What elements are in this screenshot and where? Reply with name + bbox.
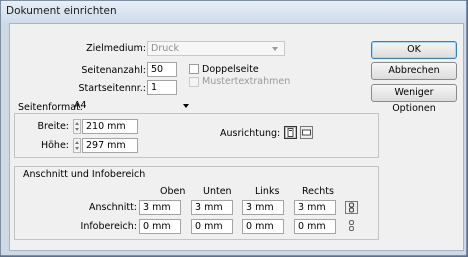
ok-button[interactable]: OK	[371, 41, 457, 59]
col-links: Links	[255, 186, 280, 197]
bleed-group: Anschnitt und Infobereich Oben Unten Lin…	[14, 166, 379, 240]
window-title: Dokument einrichten	[6, 5, 117, 17]
page-size-group: Breite: 210 mm Höhe: 297 mm Ausrichtung:	[14, 113, 379, 158]
hoehe-label: Höhe:	[40, 140, 69, 151]
ausrichtung-label: Ausrichtung:	[220, 128, 281, 139]
infobereich-oben[interactable]: 0 mm	[139, 219, 181, 234]
seitenanzahl-input[interactable]: 50	[147, 62, 177, 77]
breite-input[interactable]: 210 mm	[82, 119, 138, 134]
doppelseite-label: Doppelseite	[202, 64, 259, 75]
landscape-orientation-icon[interactable]	[300, 126, 313, 139]
anschnitt-links[interactable]: 3 mm	[242, 200, 284, 215]
breite-label: Breite:	[37, 121, 69, 132]
mustertextrahmen-checkbox[interactable]	[189, 77, 199, 87]
zielmedium-label: Zielmedium:	[86, 43, 146, 54]
chevron-down-icon	[272, 47, 278, 51]
fewer-options-button[interactable]: Weniger Optionen	[371, 84, 457, 114]
title-bar[interactable]: Dokument einrichten	[1, 1, 466, 23]
infobereich-rechts[interactable]: 0 mm	[294, 219, 336, 234]
chain-link-icon[interactable]	[345, 201, 358, 214]
anschnitt-unten[interactable]: 3 mm	[191, 200, 233, 215]
infobereich-label: Infobereich:	[80, 221, 137, 232]
seitenanzahl-label: Seitenanzahl:	[81, 65, 146, 76]
breite-stepper[interactable]	[73, 119, 81, 134]
chevron-down-icon	[183, 104, 189, 108]
infobereich-links[interactable]: 0 mm	[242, 219, 284, 234]
bleed-group-title: Anschnitt und Infobereich	[21, 169, 148, 180]
startseite-input[interactable]: 1	[147, 80, 177, 95]
anschnitt-rechts[interactable]: 3 mm	[294, 200, 336, 215]
dialog-window: Dokument einrichten Zielmedium: Druck Se…	[0, 0, 467, 256]
col-rechts: Rechts	[302, 186, 334, 197]
dialog-body: Zielmedium: Druck Seitenanzahl: 50 Doppe…	[9, 23, 464, 251]
startseite-label: Startseitennr.:	[78, 83, 146, 94]
seitenformat-select[interactable]: A4	[74, 100, 192, 114]
infobereich-unten[interactable]: 0 mm	[191, 219, 233, 234]
hoehe-input[interactable]: 297 mm	[82, 138, 138, 153]
zielmedium-select[interactable]: Druck	[147, 41, 285, 56]
hoehe-stepper[interactable]	[73, 138, 81, 153]
mustertextrahmen-label: Mustertextrahmen	[202, 76, 291, 87]
doppelseite-checkbox[interactable]	[189, 64, 199, 74]
chain-broken-icon[interactable]	[346, 220, 357, 231]
portrait-orientation-icon[interactable]	[284, 126, 297, 139]
anschnitt-label: Anschnitt:	[88, 202, 137, 213]
cancel-button[interactable]: Abbrechen	[371, 62, 457, 80]
col-unten: Unten	[203, 186, 232, 197]
col-oben: Oben	[160, 186, 186, 197]
anschnitt-oben[interactable]: 3 mm	[139, 200, 181, 215]
